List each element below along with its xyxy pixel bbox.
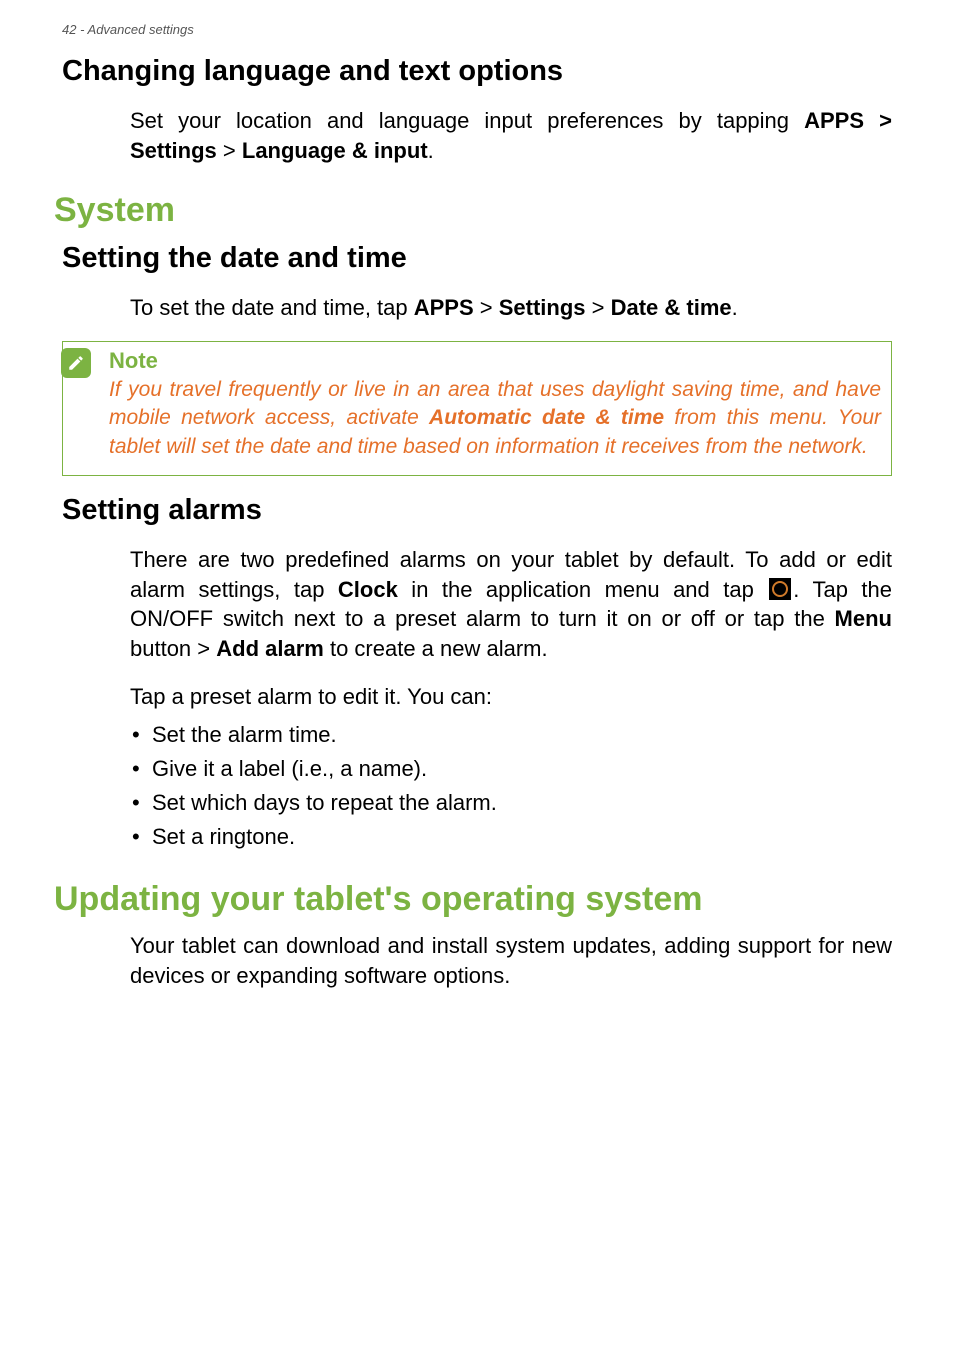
alarm-options-list: Set the alarm time. Give it a label (i.e… <box>130 718 892 854</box>
heading-system: System <box>54 191 892 230</box>
updating-paragraph: Your tablet can download and install sys… <box>130 931 892 990</box>
note-bold: Automatic date & time <box>429 406 664 429</box>
list-item: Set a ringtone. <box>130 820 892 854</box>
heading-setting-alarms: Setting alarms <box>62 494 892 527</box>
language-paragraph: Set your location and language input pre… <box>130 106 892 165</box>
heading-updating-os: Updating your tablet's operating system <box>54 880 892 919</box>
page: 42 - Advanced settings Changing language… <box>0 0 954 1048</box>
note-box: Note If you travel frequently or live in… <box>62 341 892 476</box>
clock-bold: Clock <box>338 577 398 602</box>
text: To set the date and time, tap <box>130 295 414 320</box>
updating-block: Your tablet can download and install sys… <box>130 931 892 990</box>
note-pencil-icon <box>61 348 91 378</box>
alarms-paragraph-2: Tap a preset alarm to edit it. You can: <box>130 682 892 712</box>
apps-bold: APPS <box>414 295 474 320</box>
note-body: If you travel frequently or live in an a… <box>109 376 881 461</box>
text: in the application menu and tap <box>398 577 767 602</box>
heading-language-options: Changing language and text options <box>62 55 892 88</box>
alarms-paragraph-1: There are two predefined alarms on your … <box>130 545 892 664</box>
date-paragraph-block: To set the date and time, tap APPS > Set… <box>130 293 892 323</box>
date-paragraph: To set the date and time, tap APPS > Set… <box>130 293 892 323</box>
list-item: Set which days to repeat the alarm. <box>130 786 892 820</box>
separator: > <box>474 295 499 320</box>
menu-bold: Menu <box>835 606 892 631</box>
running-header: 42 - Advanced settings <box>62 22 892 37</box>
period: . <box>732 295 738 320</box>
text: Set your location and language input pre… <box>130 108 804 133</box>
alarms-block: There are two predefined alarms on your … <box>130 545 892 854</box>
note-title: Note <box>109 348 881 374</box>
list-item: Give it a label (i.e., a name). <box>130 752 892 786</box>
language-paragraph-block: Set your location and language input pre… <box>130 106 892 165</box>
settings-bold: Settings <box>499 295 586 320</box>
heading-date-time: Setting the date and time <box>62 242 892 275</box>
language-input-bold: Language & input <box>242 138 428 163</box>
clock-icon <box>769 578 791 600</box>
period: . <box>428 138 434 163</box>
date-time-bold: Date & time <box>611 295 732 320</box>
add-alarm-bold: Add alarm <box>216 636 324 661</box>
separator: > <box>586 295 611 320</box>
text: button > <box>130 636 216 661</box>
separator: > <box>217 138 242 163</box>
text: to create a new alarm. <box>324 636 548 661</box>
list-item: Set the alarm time. <box>130 718 892 752</box>
